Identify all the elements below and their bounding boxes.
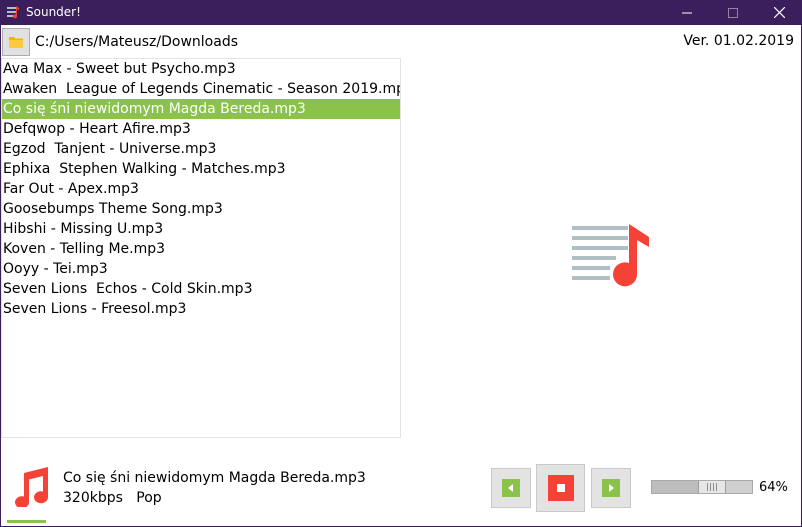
version-label: Ver. 01.02.2019 <box>683 33 794 49</box>
now-playing-title: Co się śni niewidomym Magda Bereda.mp3 <box>63 470 366 486</box>
playlist-icon <box>572 224 649 287</box>
volume-label: 64% <box>759 480 788 495</box>
file-list[interactable]: Ava Max - Sweet but Psycho.mp3 Awaken Lea… <box>1 58 401 438</box>
volume-thumb[interactable] <box>698 481 726 493</box>
maximize-button[interactable] <box>710 0 756 25</box>
next-icon <box>609 484 614 492</box>
file-list-item[interactable]: Ephixa Stephen Walking - Matches.mp3 <box>2 159 400 179</box>
file-list-item[interactable]: Egzod Tanjent - Universe.mp3 <box>2 139 400 159</box>
minimize-icon <box>682 12 692 13</box>
stop-icon <box>556 484 565 492</box>
file-list-item[interactable]: Awaken League of Legends Cinematic - Sea… <box>2 79 400 99</box>
volume-slider[interactable] <box>651 480 753 494</box>
previous-button[interactable] <box>491 468 531 508</box>
close-icon <box>773 7 785 18</box>
file-list-item[interactable]: Far Out - Apex.mp3 <box>2 179 400 199</box>
file-list-item[interactable]: Hibshi - Missing U.mp3 <box>2 219 400 239</box>
now-playing-meta: 320kbps Pop <box>63 490 162 506</box>
file-list-item[interactable]: Seven Lions - Freesol.mp3 <box>2 299 400 319</box>
file-list-item[interactable]: Koven - Telling Me.mp3 <box>2 239 400 259</box>
previous-icon <box>508 484 513 492</box>
now-playing-icon <box>15 467 49 507</box>
file-list-item[interactable]: Goosebumps Theme Song.mp3 <box>2 199 400 219</box>
app-icon <box>7 6 19 19</box>
next-button[interactable] <box>591 468 631 508</box>
maximize-icon <box>728 7 738 18</box>
close-button[interactable] <box>756 0 802 25</box>
file-list-item[interactable]: Defqwop - Heart Afire.mp3 <box>2 119 400 139</box>
file-list-item[interactable]: Seven Lions Echos - Cold Skin.mp3 <box>2 279 400 299</box>
volume-fill <box>652 481 698 493</box>
folder-icon <box>9 37 23 48</box>
window-title: Sounder! <box>26 5 81 19</box>
file-list-item[interactable]: Co się śni niewidomym Magda Bereda.mp3 <box>2 99 400 119</box>
stop-button[interactable] <box>536 464 585 512</box>
open-folder-button[interactable] <box>2 28 30 56</box>
folder-path: C:/Users/Mateusz/Downloads <box>35 34 239 50</box>
title-bar: Sounder! <box>0 0 802 25</box>
file-list-item[interactable]: Ooyy - Tei.mp3 <box>2 259 400 279</box>
file-list-item[interactable]: Ava Max - Sweet but Psycho.mp3 <box>2 59 400 79</box>
now-playing-indicator <box>7 520 46 523</box>
minimize-button[interactable] <box>664 0 710 25</box>
